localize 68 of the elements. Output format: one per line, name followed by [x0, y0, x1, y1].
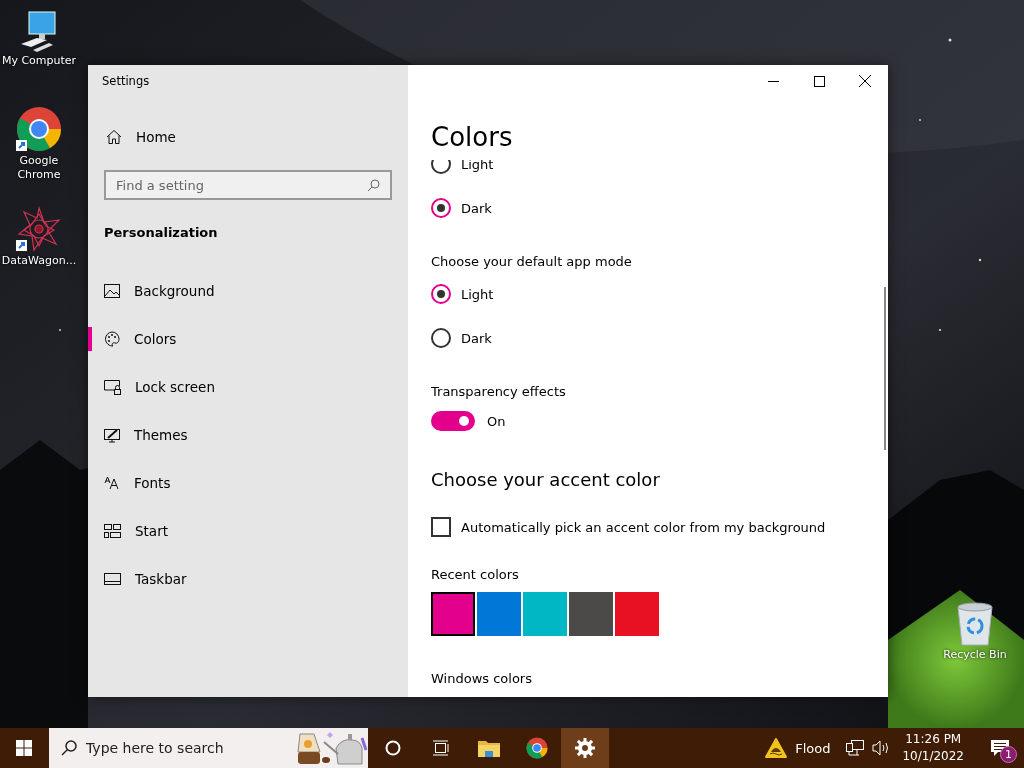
minimize-icon	[767, 80, 779, 82]
setting-label: Choose your default app mode	[431, 252, 633, 271]
radio-option[interactable]: Dark	[431, 198, 888, 218]
coffee-kettle-drawing	[296, 730, 368, 766]
picture-icon	[104, 284, 120, 298]
icon-label: DataWagon...	[1, 254, 77, 268]
color-swatch[interactable]	[615, 592, 659, 636]
warning-icon[interactable]	[765, 738, 788, 758]
icon-label: Recycle Bin	[943, 648, 1007, 662]
icon-label: Google Chrome	[16, 154, 62, 182]
section-heading: Choose your accent color	[431, 468, 661, 492]
window-title: Settings	[102, 74, 150, 88]
icon-label: My Computer	[1, 54, 77, 68]
radio-option[interactable]: Dark	[431, 328, 888, 348]
windows-logo-icon	[16, 740, 32, 756]
folder-icon	[478, 739, 500, 757]
fonts-icon	[104, 476, 120, 490]
nav-item[interactable]: Fonts	[88, 459, 408, 507]
desktop-icon[interactable]: My Computer	[0, 10, 78, 68]
section-heading: Personalization	[104, 224, 218, 240]
maximize-icon	[813, 75, 825, 87]
color-swatch[interactable]	[569, 592, 613, 636]
color-swatch[interactable]	[523, 592, 567, 636]
settings-icon	[575, 738, 595, 758]
page-title: Colors	[431, 121, 514, 154]
home-link[interactable]: Home	[104, 117, 392, 157]
clock[interactable]: 11:26 PM 10/1/2022	[902, 731, 964, 765]
brush-monitor-icon	[104, 427, 120, 443]
task-view-icon	[432, 740, 450, 756]
search-field[interactable]: Find a setting	[104, 170, 392, 200]
chrome-icon	[16, 106, 62, 152]
nav-item[interactable]: Start	[88, 507, 408, 555]
setting-label: Recent colors	[431, 565, 520, 584]
taskbar-icon	[104, 573, 121, 585]
close-icon	[859, 75, 871, 87]
radio-option[interactable]: Light	[431, 284, 888, 304]
search-icon	[61, 740, 77, 756]
tiles-icon	[104, 524, 121, 538]
nav-item[interactable]: Lock screen	[88, 363, 408, 411]
nav-item[interactable]: Themes	[88, 411, 408, 459]
count-badge: 1	[1000, 746, 1017, 763]
recycle-bin-icon	[955, 602, 995, 646]
speaker-icon[interactable]	[872, 740, 891, 756]
nav-item[interactable]: Taskbar	[88, 555, 408, 603]
circle-icon	[385, 740, 401, 756]
color-swatch[interactable]	[477, 592, 521, 636]
taskbar-app-button[interactable]	[561, 728, 609, 768]
chrome-icon	[526, 737, 548, 759]
desktop-icon[interactable]: Google Chrome	[0, 106, 78, 182]
star-pattern-icon	[16, 206, 62, 252]
taskbar-search-field[interactable]: Type here to search	[49, 728, 368, 768]
color-swatch[interactable]	[431, 592, 475, 636]
setting-label: Windows colors	[431, 669, 533, 688]
palette-icon	[104, 331, 120, 347]
computer-icon	[19, 10, 59, 52]
weather-text[interactable]: Flood	[795, 740, 831, 756]
search-icon	[367, 178, 380, 192]
checkbox-option[interactable]: Automatically pick an accent color from my background	[431, 517, 888, 537]
setting-label: Transparency effects	[431, 382, 567, 401]
home-icon	[106, 129, 122, 145]
desktop-icon[interactable]: DataWagon...	[0, 206, 78, 268]
scrollbar[interactable]	[884, 287, 886, 450]
nav-item[interactable]: Background	[88, 267, 408, 315]
network-icon[interactable]	[846, 740, 865, 756]
toggle-switch[interactable]	[431, 411, 475, 431]
toggle-state: On	[487, 413, 506, 429]
lock-screen-icon	[104, 379, 121, 395]
notification-button[interactable]: 1	[980, 728, 1020, 768]
